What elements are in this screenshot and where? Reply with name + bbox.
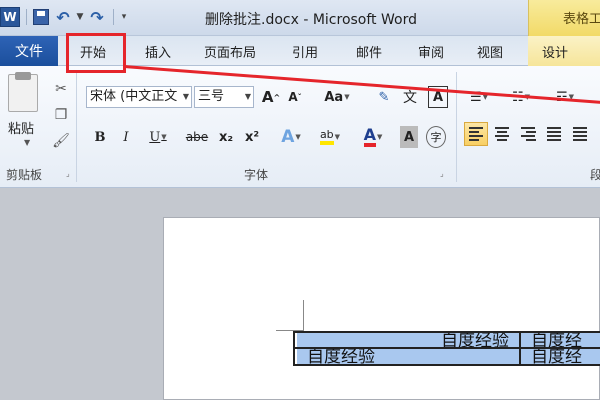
font-launcher-icon[interactable]: ⌟: [440, 169, 444, 178]
distributed-button[interactable]: [568, 122, 592, 146]
enclose-characters-button[interactable]: 字: [426, 126, 446, 148]
font-color-button[interactable]: A ▼: [358, 126, 388, 148]
redo-icon[interactable]: ↷: [87, 7, 107, 27]
highlight-icon: ab: [319, 129, 334, 145]
shrink-font-icon: A: [288, 90, 298, 104]
undo-dropdown-icon[interactable]: ▼: [75, 7, 85, 27]
table-cell-r1c1[interactable]: 自度经验: [297, 333, 519, 347]
qat-divider-2: [113, 9, 114, 25]
bullets-icon[interactable]: ☰ ▼: [466, 86, 492, 108]
font-size-value: 三号: [198, 89, 225, 104]
change-case-button[interactable]: Aa ▼: [322, 86, 352, 108]
clear-format-icon[interactable]: ✎: [374, 86, 394, 108]
strikethrough-button[interactable]: abe: [184, 126, 210, 148]
cut-icon[interactable]: ✂: [52, 80, 70, 98]
font-size-dropdown-icon: ▼: [244, 92, 251, 101]
title-bar: W ↶ ▼ ↷ ▾ 删除批注.docx - Microsoft Word 表格工: [0, 0, 600, 36]
format-painter-icon[interactable]: 🖌: [52, 132, 70, 150]
customize-qat-icon[interactable]: ▾: [118, 7, 130, 27]
tab-page-layout[interactable]: 页面布局: [204, 36, 256, 66]
justify-button[interactable]: [542, 122, 566, 146]
phonetic-guide-icon: 文: [403, 90, 417, 106]
word-logo: W: [0, 7, 20, 27]
shrink-font-button[interactable]: Aˇ: [286, 86, 304, 108]
qat-divider: [26, 9, 27, 25]
paragraph-group-label: 段: [590, 168, 600, 182]
italic-button[interactable]: I: [118, 126, 134, 148]
quick-access-toolbar: W ↶ ▼ ↷ ▾: [0, 6, 132, 28]
font-name-value: 宋体 (中文正文: [90, 89, 178, 104]
font-color-icon: A: [363, 127, 376, 147]
grow-font-icon: A: [261, 88, 274, 106]
document-page[interactable]: [163, 217, 600, 400]
group-divider-2: [456, 72, 457, 182]
grow-font-button[interactable]: A ^: [262, 86, 280, 108]
font-group-label: 字体: [244, 168, 269, 182]
tab-design[interactable]: 设计: [528, 36, 600, 66]
group-divider: [76, 72, 77, 182]
clipboard-group-label: 剪贴板: [6, 168, 43, 182]
table-bottom-border: [293, 364, 600, 366]
document-table[interactable]: 自度经验 自度经 自度经验 自度经: [293, 331, 600, 366]
paste-dropdown-icon[interactable]: ▼: [24, 138, 30, 147]
character-shading-button[interactable]: A: [400, 126, 418, 148]
font-size-combobox[interactable]: 三号 ▼: [194, 86, 254, 108]
copy-icon[interactable]: ❐: [52, 106, 70, 124]
table-row-divider: [293, 347, 600, 349]
font-name-combobox[interactable]: 宋体 (中文正文 ▼: [86, 86, 192, 108]
word-app-icon[interactable]: W: [0, 7, 20, 27]
table-cell-r1c2[interactable]: 自度经: [521, 333, 600, 347]
underline-icon: U: [149, 129, 161, 145]
align-right-button[interactable]: [516, 122, 540, 146]
clipboard-launcher-icon[interactable]: ⌟: [66, 169, 70, 178]
superscript-button[interactable]: x²: [242, 126, 262, 148]
tab-references[interactable]: 引用: [292, 36, 318, 66]
align-left-button[interactable]: [464, 122, 488, 146]
text-effects-button[interactable]: A ▼: [278, 126, 304, 148]
annotation-highlight-box: [66, 33, 126, 73]
underline-button[interactable]: U ▼: [144, 126, 172, 148]
align-center-button[interactable]: [490, 122, 514, 146]
highlight-color-button[interactable]: ab ▼: [314, 126, 346, 148]
tab-file[interactable]: 文件: [0, 36, 58, 66]
tab-insert[interactable]: 插入: [145, 36, 171, 66]
subscript-button[interactable]: x₂: [216, 126, 236, 148]
table-cell-r2c2[interactable]: 自度经: [521, 349, 600, 364]
font-name-dropdown-icon: ▼: [182, 92, 189, 101]
text-effects-icon: A: [281, 127, 295, 147]
tab-view[interactable]: 视图: [477, 36, 503, 66]
save-icon[interactable]: [31, 7, 51, 27]
table-column-divider: [519, 331, 521, 366]
crop-mark-vertical: [303, 300, 304, 330]
table-cell-r2c1[interactable]: 自度经验: [297, 349, 519, 364]
paste-button-label[interactable]: 粘贴: [8, 118, 34, 137]
bold-button[interactable]: B: [92, 126, 108, 148]
table-tools-context-header: 表格工: [528, 0, 600, 36]
tab-review[interactable]: 审阅: [418, 36, 444, 66]
window-title: 删除批注.docx - Microsoft Word: [205, 12, 417, 28]
ribbon-home: 粘贴 ▼ ✂ ❐ 🖌 剪贴板 ⌟ 宋体 (中文正文 ▼ 三号 ▼ A ^ Aˇ Aa ▼…: [0, 66, 600, 188]
context-tab-label: 表格工: [563, 12, 600, 27]
paste-icon[interactable]: [8, 72, 38, 112]
tab-mailings[interactable]: 邮件: [356, 36, 382, 66]
change-case-icon: Aa: [324, 89, 344, 105]
undo-icon[interactable]: ↶: [53, 7, 73, 27]
